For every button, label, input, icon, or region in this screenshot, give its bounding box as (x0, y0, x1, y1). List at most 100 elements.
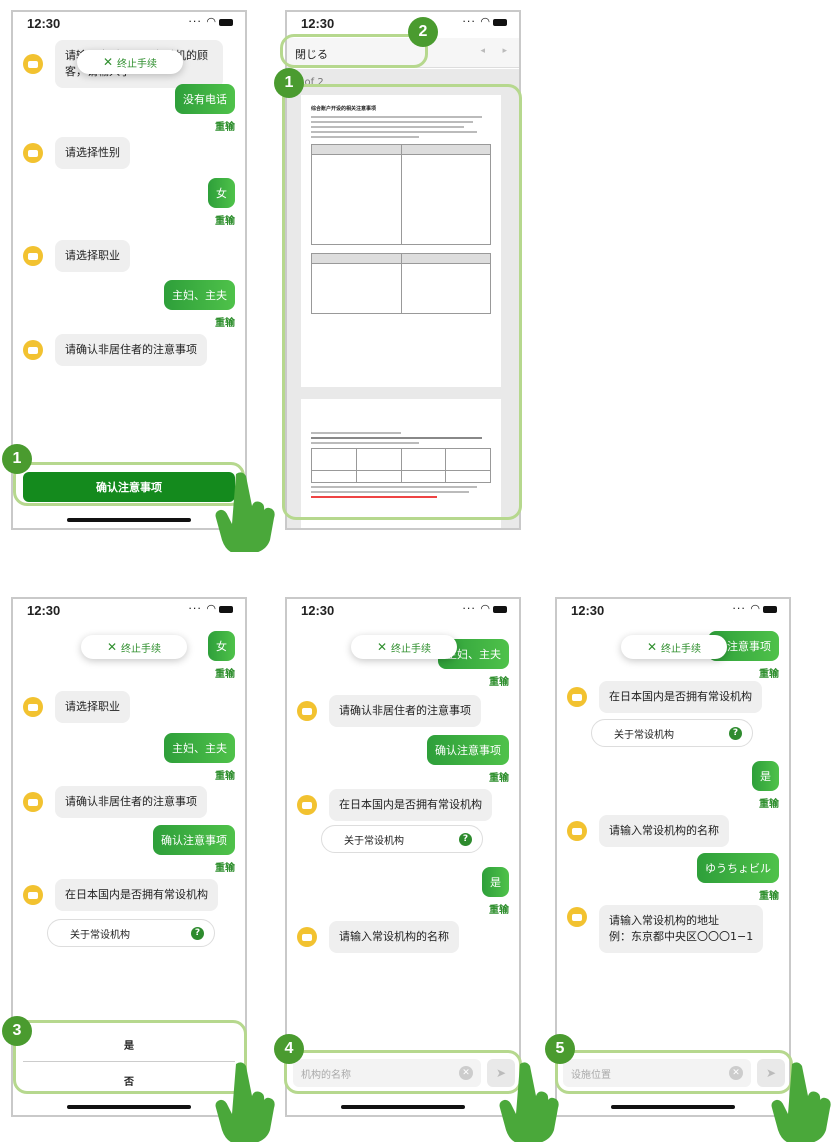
bot-bubble: 在日本国内是否拥有常设机构 (599, 681, 762, 713)
home-indicator (611, 1105, 735, 1109)
redo-link[interactable]: 重输 (153, 859, 235, 874)
bot-message: 在日本国内是否拥有常设机构 (297, 789, 492, 821)
question-icon: ? (459, 833, 472, 846)
user-bubble: 女 (208, 631, 235, 661)
status-icons: ··· ◠ (462, 602, 507, 615)
stop-procedure-button[interactable]: ✕ 终止手续 (621, 635, 727, 659)
status-bar: 12:30 ··· ◠ (13, 12, 245, 38)
user-bubble: 确认注意事项 (153, 825, 235, 855)
bot-avatar-icon (23, 54, 43, 74)
redo-link[interactable]: 重输 (482, 901, 509, 916)
highlight-frame (280, 34, 428, 68)
redo-link[interactable]: 重输 (752, 795, 779, 810)
redo-link[interactable]: 重输 (164, 767, 235, 782)
about-office-link[interactable]: 关于常设机构 ? (591, 719, 753, 747)
battery-icon (763, 605, 777, 613)
status-time: 12:30 (301, 603, 335, 618)
redo-link[interactable]: 重输 (427, 769, 509, 784)
user-bubble: ゆうちょビル (697, 853, 779, 883)
step-badge: 1 (274, 68, 304, 98)
tap-hand-icon (215, 472, 275, 552)
step-badge: 3 (2, 1016, 32, 1046)
bot-bubble: 请输入常设机构的名称 (599, 815, 729, 847)
bot-bubble: 请选择职业 (55, 691, 130, 723)
battery-icon (493, 605, 507, 613)
next-arrow-icon[interactable]: ▸ (502, 46, 507, 56)
user-message: 主妇、主夫 重输 (164, 280, 235, 329)
user-message: 确认注意事项 重输 (427, 735, 509, 784)
bot-message: 在日本国内是否拥有常设机构 (567, 681, 762, 713)
close-icon: ✕ (646, 640, 658, 654)
bot-avatar-icon (567, 907, 587, 927)
home-indicator (67, 1105, 191, 1109)
stop-procedure-button[interactable]: ✕ 终止手续 (351, 635, 457, 659)
bot-avatar-icon (567, 821, 587, 841)
redo-link[interactable]: 重输 (208, 212, 235, 227)
highlight-frame (13, 462, 245, 506)
close-icon: ✕ (106, 640, 118, 654)
battery-icon (219, 605, 233, 613)
user-message: 女 重输 (208, 178, 235, 227)
close-icon: ✕ (102, 55, 114, 69)
tap-hand-icon (499, 1062, 559, 1142)
status-icons: ··· ◠ (188, 15, 233, 28)
user-message: 主妇、主夫 重输 (164, 733, 235, 782)
redo-link[interactable]: 重输 (175, 118, 235, 133)
bot-bubble: 在日本国内是否拥有常设机构 (55, 879, 218, 911)
step-badge: 2 (408, 17, 438, 47)
status-time: 12:30 (571, 603, 605, 618)
bot-bubble: 请选择职业 (55, 240, 130, 272)
screen-4: 12:30 ··· ◠ 主妇、主夫 重输 ✕ 终止手续 请确认非居住者的注意事项 … (285, 597, 521, 1117)
user-message: 是 重输 (482, 867, 509, 916)
redo-link[interactable]: 重输 (208, 665, 235, 680)
user-message: ゆうちょビル 重输 (697, 853, 779, 902)
bot-avatar-icon (23, 697, 43, 717)
bot-avatar-icon (23, 885, 43, 905)
status-bar: 12:30 ··· ◠ (13, 599, 245, 625)
redo-link[interactable]: 重输 (164, 314, 235, 329)
tap-hand-icon (215, 1062, 275, 1142)
about-office-link[interactable]: 关于常设机构 ? (321, 825, 483, 853)
bot-bubble: 请输入常设机构的地址 例：东京都中央区〇〇〇1−1 (599, 905, 764, 953)
about-office-link[interactable]: 关于常设机构 ? (47, 919, 215, 947)
user-bubble: 是 (752, 761, 779, 791)
bot-avatar-icon (23, 792, 43, 812)
bot-avatar-icon (23, 246, 43, 266)
user-message: 没有电话 重输 (175, 84, 235, 133)
user-bubble: 确认注意事项 (427, 735, 509, 765)
home-indicator (341, 1105, 465, 1109)
bot-bubble: 请确认非居住者的注意事项 (329, 695, 481, 727)
stop-procedure-button[interactable]: ✕ 终止手续 (77, 50, 183, 74)
prev-arrow-icon[interactable]: ◂ (480, 46, 485, 56)
user-message: 女 重输 (208, 631, 235, 680)
bot-avatar-icon (297, 795, 317, 815)
user-bubble: 主妇、主夫 (164, 280, 235, 310)
tap-hand-icon (771, 1062, 831, 1142)
user-bubble: 是 (482, 867, 509, 897)
redo-link[interactable]: 重输 (708, 665, 779, 680)
bot-message: 请选择职业 (23, 691, 130, 723)
redo-link[interactable]: 重输 (697, 887, 779, 902)
bot-message: 请确认非居住者的注意事项 (23, 786, 207, 818)
user-bubble: 女 (208, 178, 235, 208)
highlight-frame (282, 84, 522, 520)
bot-message: 请选择性别 (23, 137, 130, 169)
home-indicator (67, 518, 191, 522)
bot-message: 请确认非居住者的注意事项 (297, 695, 481, 727)
bot-avatar-icon (23, 340, 43, 360)
redo-link[interactable]: 重输 (438, 673, 509, 688)
user-message: 是 重输 (752, 761, 779, 810)
status-bar: 12:30 ··· ◠ (557, 599, 789, 625)
bot-message: 在日本国内是否拥有常设机构 (23, 879, 218, 911)
bot-avatar-icon (297, 701, 317, 721)
status-icons: ··· ◠ (732, 602, 777, 615)
bot-bubble: 请输入常设机构的名称 (329, 921, 459, 953)
bot-avatar-icon (297, 927, 317, 947)
bot-bubble: 请确认非居住者的注意事项 (55, 334, 207, 366)
status-time: 12:30 (301, 16, 335, 31)
highlight-frame (284, 1050, 522, 1094)
status-time: 12:30 (27, 16, 61, 31)
highlight-frame (555, 1050, 793, 1094)
screen-5: 12:30 ··· ◠ 认注意事项 重输 ✕ 终止手续 在日本国内是否拥有常设机构… (555, 597, 791, 1117)
stop-procedure-button[interactable]: ✕ 终止手续 (81, 635, 187, 659)
